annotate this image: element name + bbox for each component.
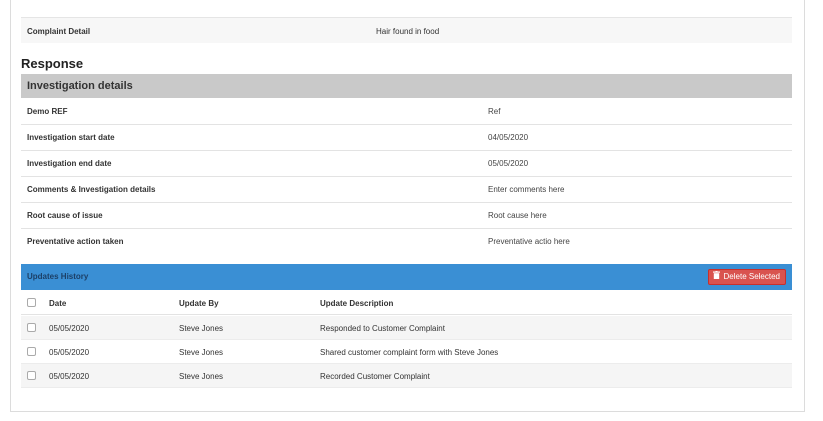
updates-history-title: Updates History xyxy=(27,272,89,281)
complaint-detail-value: Hair found in food xyxy=(376,27,440,36)
investigation-details-title: Investigation details xyxy=(27,80,133,92)
detail-value[interactable]: 04/05/2020 xyxy=(488,133,528,142)
row-update-by: Steve Jones xyxy=(179,324,224,333)
select-all-checkbox[interactable] xyxy=(27,298,36,307)
table-row: 05/05/2020 Steve Jones Responded to Cust… xyxy=(21,316,792,340)
delete-selected-label: Delete Selected xyxy=(723,272,780,281)
detail-value[interactable]: Root cause here xyxy=(488,211,547,220)
investigation-details-header: Investigation details xyxy=(21,74,792,98)
detail-row-end-date: Investigation end date 05/05/2020 xyxy=(21,151,792,177)
table-row: 05/05/2020 Steve Jones Recorded Customer… xyxy=(21,364,792,388)
row-date: 05/05/2020 xyxy=(49,348,90,357)
detail-label: Root cause of issue xyxy=(27,211,103,220)
detail-row-demo-ref: Demo REF Ref xyxy=(21,99,792,125)
column-header-date[interactable]: Date xyxy=(49,299,66,308)
detail-label: Preventative action taken xyxy=(27,237,124,246)
updates-history-header: Updates History Delete Selected xyxy=(21,264,792,290)
row-date: 05/05/2020 xyxy=(49,324,90,333)
trash-icon xyxy=(712,270,720,284)
detail-label: Comments & Investigation details xyxy=(27,185,156,194)
complaint-detail-row: Complaint Detail Hair found in food xyxy=(21,17,792,43)
column-header-description[interactable]: Update Description xyxy=(320,299,393,308)
response-heading: Response xyxy=(21,56,84,71)
row-checkbox[interactable] xyxy=(27,347,36,356)
detail-label: Demo REF xyxy=(27,107,68,116)
row-description: Shared customer complaint form with Stev… xyxy=(320,348,499,357)
row-description: Recorded Customer Complaint xyxy=(320,372,430,381)
row-checkbox[interactable] xyxy=(27,371,36,380)
detail-value[interactable]: Preventative actio here xyxy=(488,237,570,246)
column-header-update-by[interactable]: Update By xyxy=(179,299,219,308)
detail-label: Investigation end date xyxy=(27,159,112,168)
detail-row-preventative-action: Preventative action taken Preventative a… xyxy=(21,229,792,255)
row-update-by: Steve Jones xyxy=(179,372,224,381)
detail-value[interactable]: 05/05/2020 xyxy=(488,159,528,168)
detail-row-comments: Comments & Investigation details Enter c… xyxy=(21,177,792,203)
complaint-detail-label: Complaint Detail xyxy=(27,27,91,36)
detail-value[interactable]: Enter comments here xyxy=(488,185,564,194)
updates-table-header: Date Update By Update Description xyxy=(21,291,792,315)
table-row: 05/05/2020 Steve Jones Shared customer c… xyxy=(21,340,792,364)
row-checkbox[interactable] xyxy=(27,323,36,332)
delete-selected-button[interactable]: Delete Selected xyxy=(707,269,786,285)
detail-row-start-date: Investigation start date 04/05/2020 xyxy=(21,125,792,151)
row-update-by: Steve Jones xyxy=(179,348,224,357)
row-date: 05/05/2020 xyxy=(49,372,90,381)
detail-label: Investigation start date xyxy=(27,133,115,142)
detail-row-root-cause: Root cause of issue Root cause here xyxy=(21,203,792,229)
detail-value[interactable]: Ref xyxy=(488,107,500,116)
row-description: Responded to Customer Complaint xyxy=(320,324,445,333)
